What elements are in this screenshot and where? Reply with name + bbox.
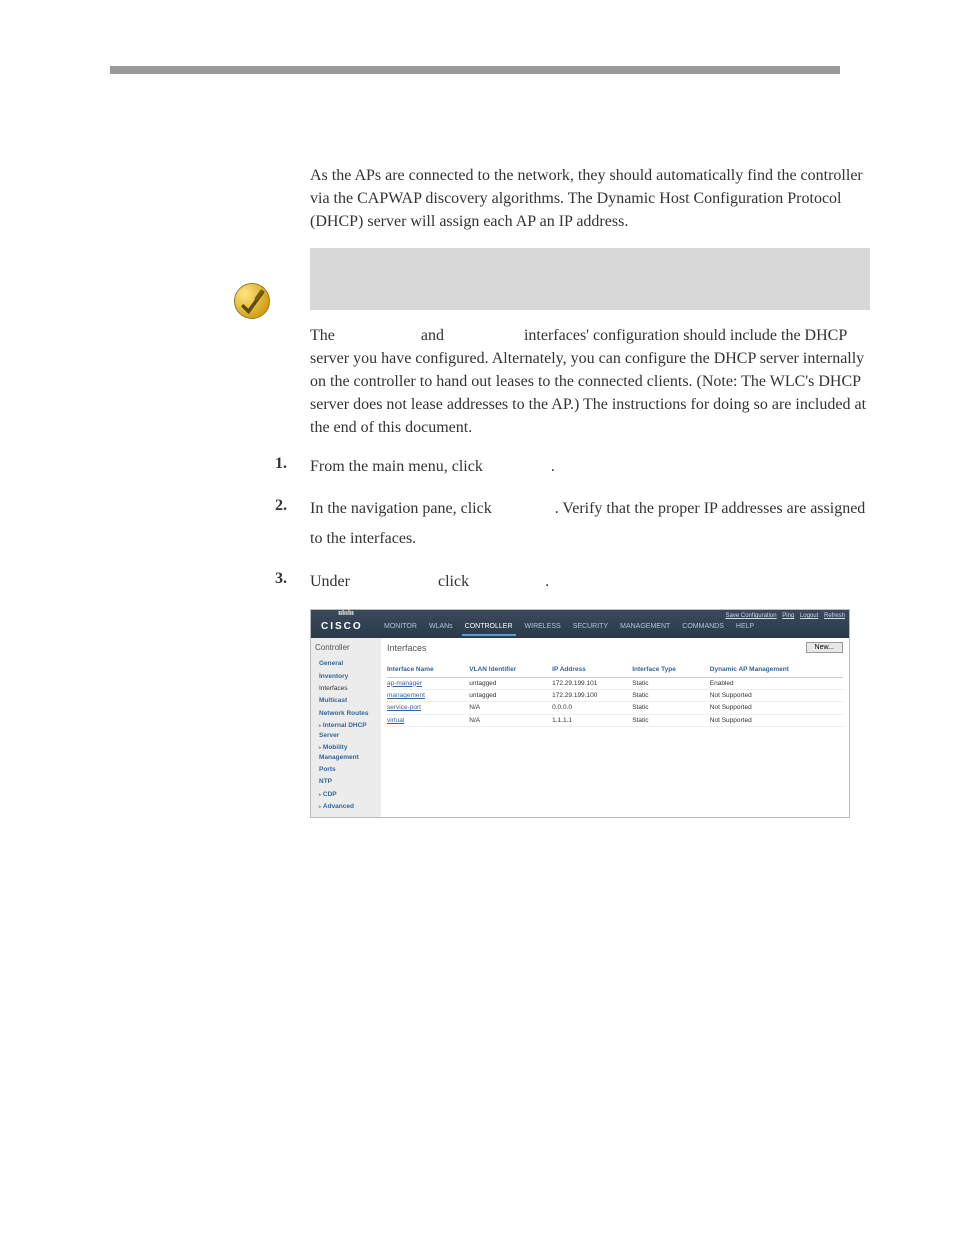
th-type: Interface Type xyxy=(632,663,710,677)
p2-part-c: interfaces' configuration should include… xyxy=(310,327,866,437)
sidebar-item-ntp[interactable]: NTP xyxy=(315,776,377,788)
sidebar-item-interfaces[interactable]: Interfaces xyxy=(315,683,377,695)
cell-vlan: N/A xyxy=(469,714,552,726)
sidebar-item-mobility[interactable]: Mobility Management xyxy=(315,742,377,764)
cell-interface-name[interactable]: virtual xyxy=(387,714,469,726)
th-dynamic-ap: Dynamic AP Management xyxy=(710,663,843,677)
step-1-num: 1. xyxy=(275,452,310,475)
cell-dynamic-ap: Enabled xyxy=(710,677,843,689)
ss-header: ıılıılıı CISCO Save Configuration Ping L… xyxy=(311,610,849,638)
cell-type: Static xyxy=(632,714,710,726)
wlc-screenshot: ıılıılıı CISCO Save Configuration Ping L… xyxy=(310,609,850,818)
cell-type: Static xyxy=(632,677,710,689)
step-2-num: 2. xyxy=(275,494,310,517)
cisco-logo-text: CISCO xyxy=(321,621,363,632)
sidebar-item-ports[interactable]: Ports xyxy=(315,763,377,775)
nav-security[interactable]: SECURITY xyxy=(570,620,611,636)
cell-ip: 172.29.199.101 xyxy=(552,677,632,689)
step-3-num: 3. xyxy=(275,567,310,590)
sidebar-item-advanced[interactable]: Advanced xyxy=(315,801,377,813)
cell-interface-name[interactable]: ap-manager xyxy=(387,677,469,689)
th-ip: IP Address xyxy=(552,663,632,677)
note-icon xyxy=(231,280,273,322)
cell-interface-name[interactable]: management xyxy=(387,689,469,701)
new-button[interactable]: New... xyxy=(806,642,843,653)
ss-nav: MONITOR WLANs CONTROLLER WIRELESS SECURI… xyxy=(381,620,757,638)
nav-wireless[interactable]: WIRELESS xyxy=(522,620,564,636)
note-box xyxy=(310,248,870,310)
nav-management[interactable]: MANAGEMENT xyxy=(617,620,673,636)
p2-part-a: The xyxy=(310,327,335,344)
cell-dynamic-ap: Not Supported xyxy=(710,714,843,726)
link-ping[interactable]: Ping xyxy=(782,613,794,619)
cell-type: Static xyxy=(632,689,710,701)
p2-part-b: and xyxy=(421,327,444,344)
nav-help[interactable]: HELP xyxy=(733,620,757,636)
table-header-row: Interface Name VLAN Identifier IP Addres… xyxy=(387,663,843,677)
nav-wlans[interactable]: WLANs xyxy=(426,620,456,636)
sidebar-item-multicast[interactable]: Multicast xyxy=(315,695,377,707)
step-1: 1. From the main menu, click . xyxy=(275,452,874,482)
cell-vlan: N/A xyxy=(469,702,552,714)
th-interface-name: Interface Name xyxy=(387,663,469,677)
cell-type: Static xyxy=(632,702,710,714)
nav-monitor[interactable]: MONITOR xyxy=(381,620,420,636)
cell-dynamic-ap: Not Supported xyxy=(710,702,843,714)
step-2: 2. In the navigation pane, click . Verif… xyxy=(275,494,874,555)
cell-ip: 1.1.1.1 xyxy=(552,714,632,726)
cell-dynamic-ap: Not Supported xyxy=(710,689,843,701)
table-row: service-port N/A 0.0.0.0 Static Not Supp… xyxy=(387,702,843,714)
table-row: virtual N/A 1.1.1.1 Static Not Supported xyxy=(387,714,843,726)
sidebar-item-network-routes[interactable]: Network Routes xyxy=(315,707,377,719)
ss-main: Interfaces New... Interface Name VLAN Id… xyxy=(381,638,849,817)
paragraph-2: The and interfaces' configuration should… xyxy=(310,324,874,440)
step-3-text-a: Under xyxy=(310,573,354,590)
link-refresh[interactable]: Refresh xyxy=(824,613,845,619)
cell-ip: 0.0.0.0 xyxy=(552,702,632,714)
nav-controller[interactable]: CONTROLLER xyxy=(462,620,516,636)
sidebar-item-general[interactable]: General xyxy=(315,658,377,670)
link-save-config[interactable]: Save Configuration xyxy=(726,613,777,619)
main-title: Interfaces xyxy=(387,642,843,655)
step-1-text-b: . xyxy=(551,458,555,475)
th-vlan: VLAN Identifier xyxy=(469,663,552,677)
sidebar-item-inventory[interactable]: Inventory xyxy=(315,670,377,682)
table-row: ap-manager untagged 172.29.199.101 Stati… xyxy=(387,677,843,689)
link-logout[interactable]: Logout xyxy=(800,613,818,619)
header-rule xyxy=(110,66,840,74)
interfaces-table: Interface Name VLAN Identifier IP Addres… xyxy=(387,663,843,727)
step-3-text-c: . xyxy=(545,573,549,590)
nav-commands[interactable]: COMMANDS xyxy=(679,620,727,636)
cell-interface-name[interactable]: service-port xyxy=(387,702,469,714)
sidebar-item-dhcp-server[interactable]: Internal DHCP Server xyxy=(315,720,377,742)
paragraph-1: As the APs are connected to the network,… xyxy=(310,164,874,234)
step-2-text-a: In the navigation pane, click xyxy=(310,500,496,517)
step-3-text-b: click xyxy=(438,573,469,590)
ss-top-links: Save Configuration Ping Logout Refresh xyxy=(722,612,845,621)
cell-vlan: untagged xyxy=(469,677,552,689)
table-row: management untagged 172.29.199.100 Stati… xyxy=(387,689,843,701)
cisco-logo-dots: ıılıılıı xyxy=(321,609,371,619)
sidebar-item-cdp[interactable]: CDP xyxy=(315,788,377,800)
sidebar-title: Controller xyxy=(315,642,377,654)
cisco-logo: ıılıılıı CISCO xyxy=(311,609,381,638)
cell-vlan: untagged xyxy=(469,689,552,701)
ss-sidebar: Controller General Inventory Interfaces … xyxy=(311,638,381,817)
step-1-text-a: From the main menu, click xyxy=(310,458,487,475)
step-3: 3. Under click . xyxy=(275,567,874,597)
cell-ip: 172.29.199.100 xyxy=(552,689,632,701)
ss-body: Controller General Inventory Interfaces … xyxy=(311,638,849,817)
